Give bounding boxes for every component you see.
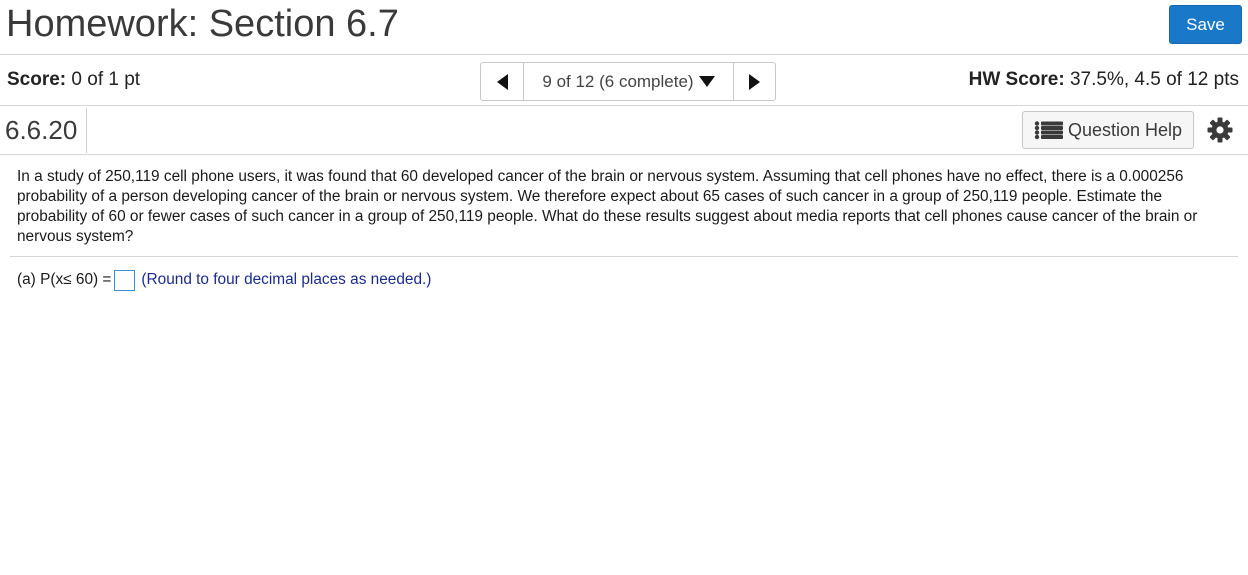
question-content: In a study of 250,119 cell phone users, … <box>17 167 1229 247</box>
part-a-answer-input[interactable] <box>114 269 136 291</box>
hw-score: HW Score: 37.5%, 4.5 of 12 pts <box>969 69 1239 91</box>
question-navigator: 9 of 12 (6 complete) <box>480 62 776 101</box>
question-help-label: Question Help <box>1067 119 1183 140</box>
score: Score: 0 of 1 pt <box>7 69 140 91</box>
score-value: 0 of 1 pt <box>71 69 141 90</box>
divider <box>86 108 87 153</box>
question-select-label: 9 of 12 (6 complete) <box>542 71 694 91</box>
homework-page: Homework: Section 6.7 Save Score: 0 of 1… <box>0 0 1248 575</box>
part-a-prefix: (a) P(x≤ 60) = <box>17 271 112 288</box>
score-bar: Score: 0 of 1 pt 9 of 12 (6 complete) HW… <box>0 55 1248 106</box>
score-label: Score: <box>7 69 67 90</box>
question-bar: 6.6.20 Question Help <box>0 106 1248 155</box>
part-a-hint: (Round to four decimal places as needed.… <box>141 271 432 288</box>
triangle-right-icon <box>749 73 760 90</box>
save-button[interactable]: Save <box>1169 5 1242 44</box>
gear-icon[interactable] <box>1207 117 1233 143</box>
list-icon <box>1034 121 1063 140</box>
previous-question-button[interactable] <box>481 63 524 100</box>
header: Homework: Section 6.7 Save <box>0 0 1248 55</box>
hw-score-label: HW Score: <box>968 69 1065 90</box>
question-number: 6.6.20 <box>5 115 78 145</box>
triangle-left-icon <box>496 73 508 90</box>
triangle-down-icon <box>698 76 715 87</box>
answer-row-a: (a) P(x≤ 60) = (Round to four decimal pl… <box>17 268 431 292</box>
content-divider <box>10 256 1238 257</box>
next-question-button[interactable] <box>734 63 775 100</box>
question-select-dropdown[interactable]: 9 of 12 (6 complete) <box>524 63 734 100</box>
question-text: In a study of 250,119 cell phone users, … <box>17 168 1198 245</box>
question-help-button[interactable]: Question Help <box>1022 111 1194 149</box>
hw-score-value: 37.5%, 4.5 of 12 pts <box>1069 69 1239 90</box>
page-title: Homework: Section 6.7 <box>6 3 399 45</box>
